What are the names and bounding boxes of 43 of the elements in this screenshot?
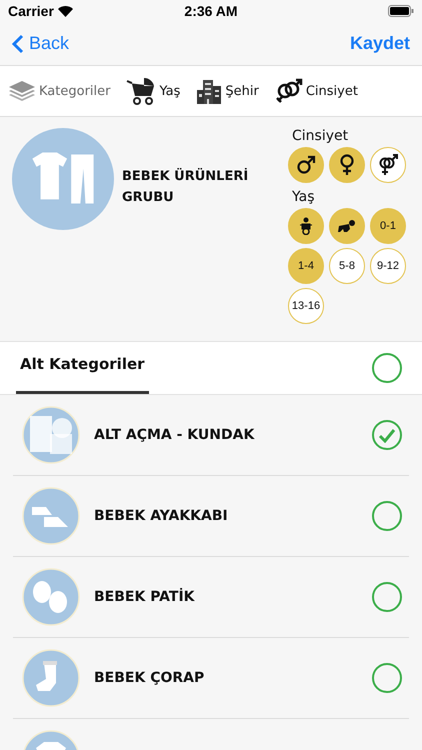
gender-symbol-icon [377,154,399,176]
gender-chip[interactable] [329,147,365,183]
checkbox[interactable] [372,663,402,693]
back-button[interactable]: Back [12,33,70,54]
age-chip[interactable] [288,208,324,244]
checkbox[interactable] [372,353,402,383]
gender-chip[interactable] [370,147,406,183]
subcategory-name: ALT AÇMA - KUNDAK [94,427,256,443]
age-chip[interactable]: 13-16 [288,288,324,324]
checkbox[interactable] [372,501,402,531]
baby-icon [299,217,313,235]
subcategory-name: BEBEK PATİK [94,589,196,605]
wifi-icon [58,6,73,16]
male-symbol-icon [296,155,316,175]
chevron-left-icon [12,34,24,54]
checkbox[interactable] [372,582,402,612]
female-symbol-icon [339,154,355,176]
layers-icon [8,80,36,102]
filter-tab[interactable]: Şehir [196,78,259,104]
crawling-baby-icon [337,219,357,233]
subcategory-name: BEBEK AYAKKABI [94,508,229,524]
age-chip[interactable]: 5-8 [329,248,365,284]
age-chip[interactable]: 9-12 [370,248,406,284]
gender-label: Cinsiyet [292,128,350,144]
age-chip[interactable]: 1-4 [288,248,324,284]
gender-chip[interactable] [288,147,324,183]
check-icon [378,428,396,442]
battery-icon [388,5,414,17]
age-label: Yaş [292,189,316,205]
save-button[interactable]: Kaydet [350,33,410,54]
checked-checkbox[interactable] [372,420,402,450]
filter-tab[interactable]: Kategoriler [8,80,110,102]
category-title: BEBEK ÜRÜNLERİ GRUBU [122,167,250,207]
age-chip[interactable] [329,208,365,244]
gender-symbol-icon [274,78,303,104]
status-time: 2:36 AM [183,3,239,19]
buildings-icon [196,78,222,104]
stroller-icon [126,77,156,105]
age-chip[interactable]: 0-1 [370,208,406,244]
filter-tab[interactable]: Yaş [126,77,180,105]
carrier-label: Carrier [8,3,54,19]
filter-tab[interactable]: Cinsiyet [274,78,358,104]
subcategory-name: BEBEK ÇORAP [94,670,206,686]
